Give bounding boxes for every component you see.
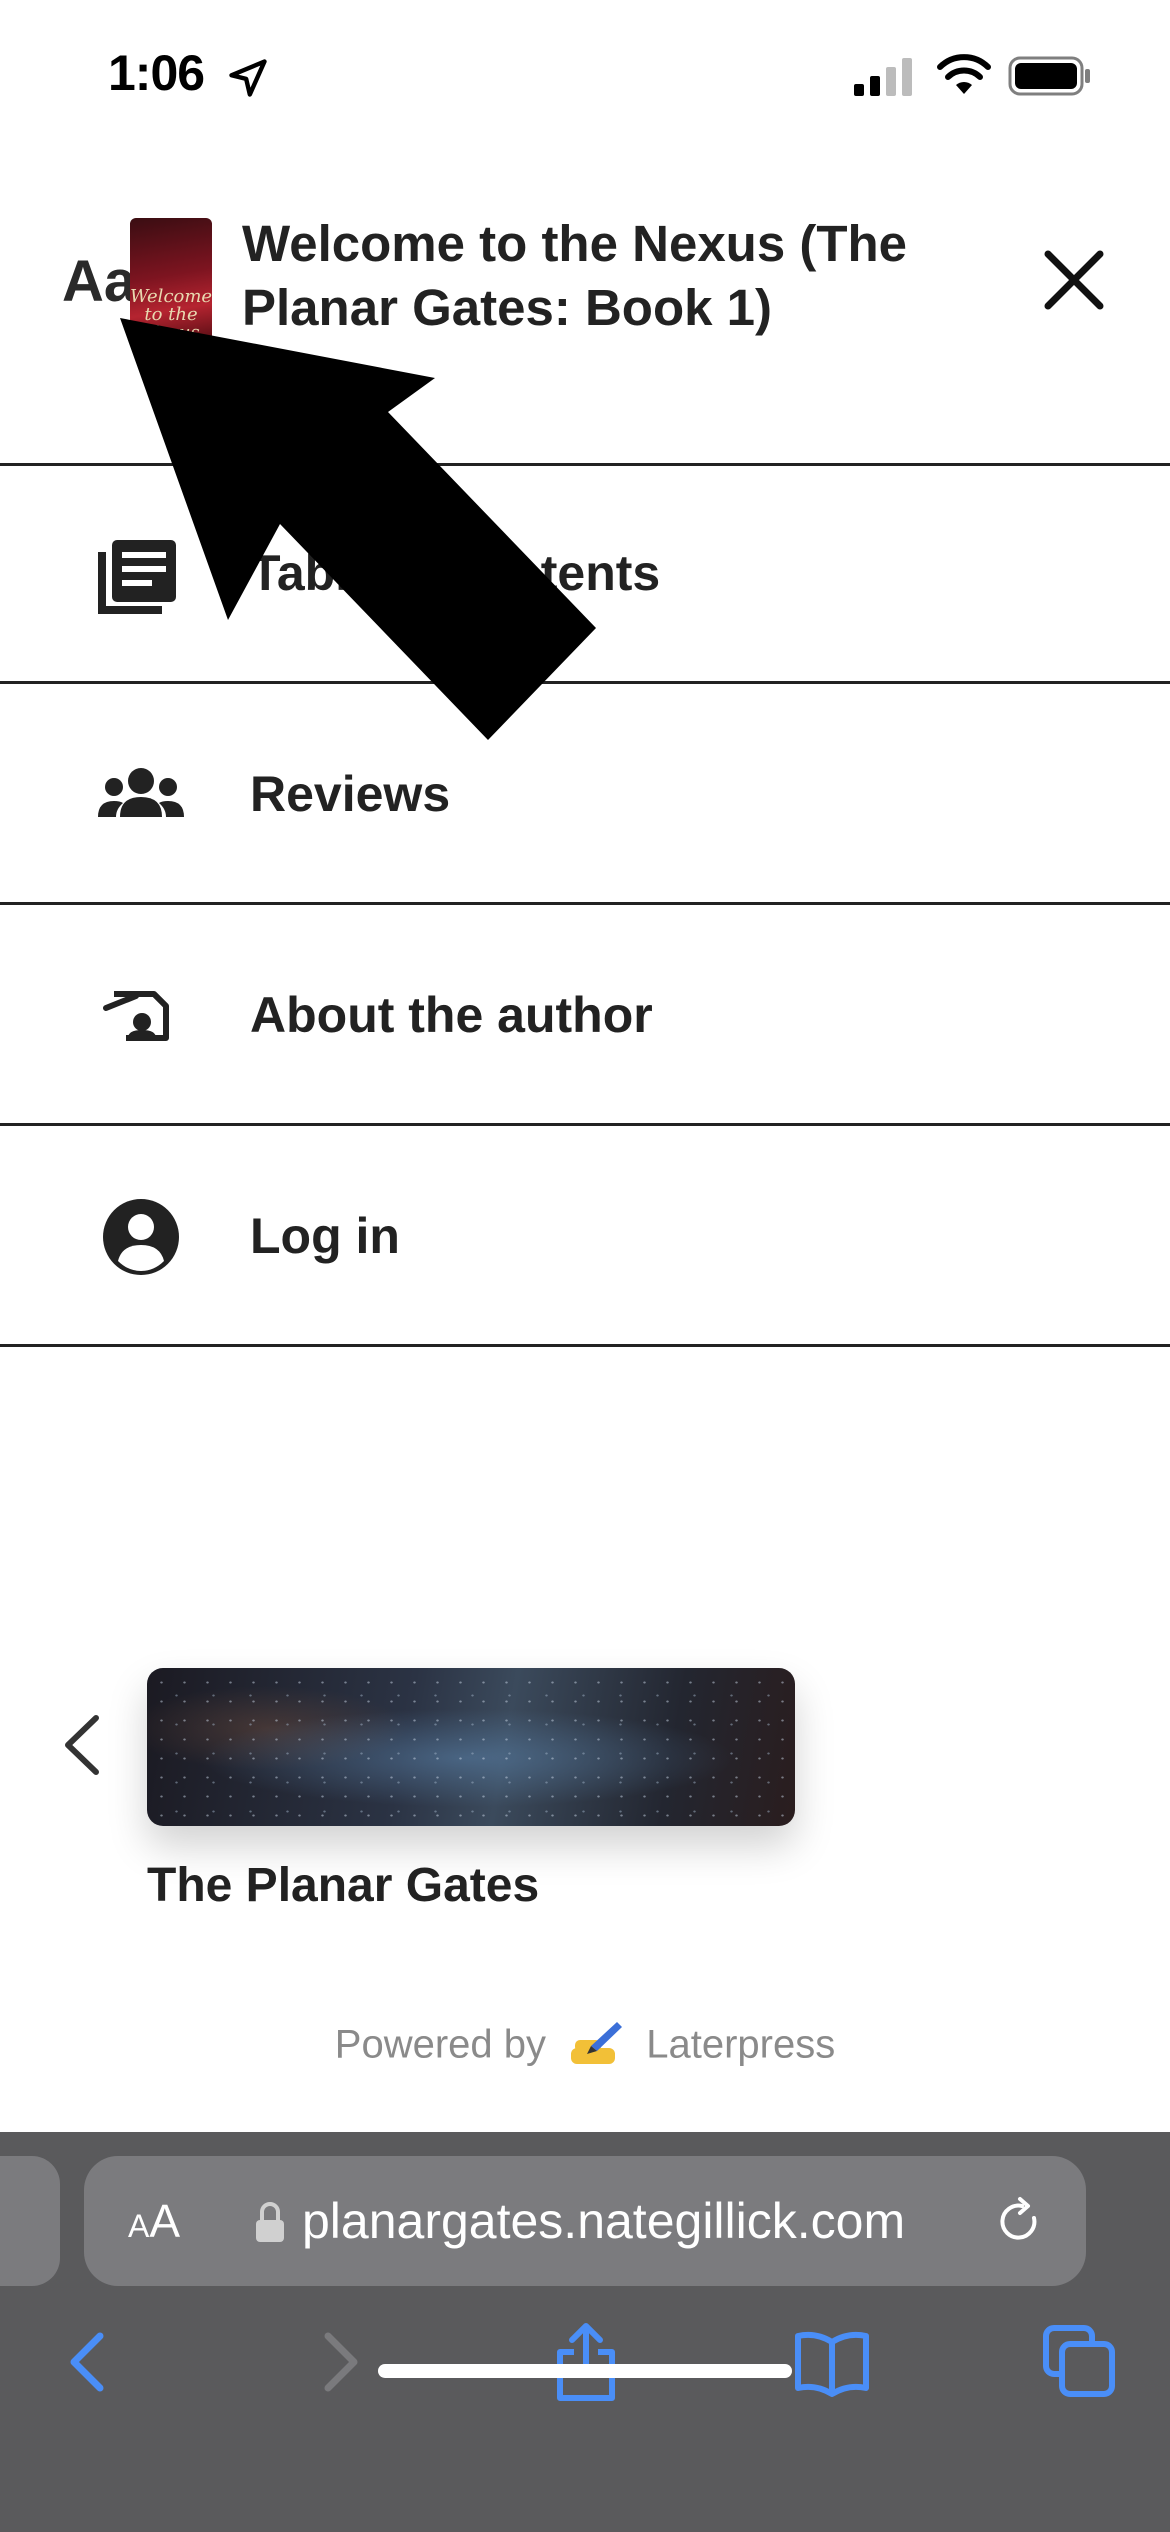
menu-label: About the author	[250, 987, 653, 1043]
bookmarks-icon[interactable]	[792, 2322, 872, 2402]
page-settings-button[interactable]: AA	[128, 2194, 180, 2248]
address-bar[interactable]: AA planargates.nategillick.com	[84, 2156, 1086, 2286]
url-text: planargates.nategillick.com	[302, 2193, 906, 2249]
starfield	[147, 1668, 795, 1826]
menu-label: Reviews	[250, 766, 451, 822]
reader-header: Aa Welcome to the Nexus Welcome to the N…	[0, 190, 1170, 466]
browser-toolbar: AA planargates.nategillick.com	[0, 2132, 1170, 2532]
chevron-left-icon[interactable]	[56, 1710, 106, 1780]
wifi-icon	[937, 54, 991, 94]
writing-hand-icon	[571, 2022, 623, 2064]
battery-icon	[1008, 56, 1090, 96]
menu-item-about-author[interactable]: About the author	[0, 908, 1170, 1126]
back-icon[interactable]	[48, 2322, 128, 2402]
status-time: 1:06	[108, 45, 205, 101]
book-cover[interactable]: Welcome to the Nexus	[130, 218, 212, 346]
location-arrow-icon	[229, 59, 267, 97]
forward-icon[interactable]	[300, 2322, 380, 2402]
lock-icon	[256, 2202, 284, 2242]
tabs-icon[interactable]	[1040, 2322, 1120, 2402]
book-title: Welcome to the Nexus (The Planar Gates: …	[242, 215, 908, 336]
close-icon[interactable]	[1038, 244, 1110, 316]
people-icon	[98, 768, 184, 817]
previous-tab-peek[interactable]	[0, 2156, 60, 2286]
menu-item-reviews[interactable]: Reviews	[0, 687, 1170, 905]
author-icon	[103, 991, 169, 1041]
menu-item-log-in[interactable]: Log in	[0, 1129, 1170, 1347]
book-list-icon	[98, 540, 176, 614]
powered-by-prefix: Powered by	[334, 2022, 546, 2067]
cellular-signal-icon	[854, 58, 912, 96]
series-name[interactable]: The Planar Gates	[147, 1858, 539, 1913]
font-size-button[interactable]: Aa	[62, 248, 136, 315]
cover-title: Welcome to the Nexus	[130, 286, 212, 343]
account-icon	[103, 1199, 179, 1275]
menu-item-table-of-contents[interactable]: Table of contents	[0, 466, 1170, 684]
menu-label: Table of contents	[250, 545, 661, 601]
powered-by[interactable]: Powered by Laterpress	[0, 2018, 1170, 2076]
series-cover-image[interactable]	[147, 1668, 795, 1826]
brand-name: Laterpress	[646, 2022, 836, 2067]
share-icon[interactable]	[546, 2322, 626, 2402]
home-indicator[interactable]	[378, 2364, 792, 2378]
status-bar: 1:06	[0, 0, 1170, 150]
menu-label: Log in	[250, 1208, 400, 1264]
reload-icon[interactable]	[994, 2196, 1044, 2246]
